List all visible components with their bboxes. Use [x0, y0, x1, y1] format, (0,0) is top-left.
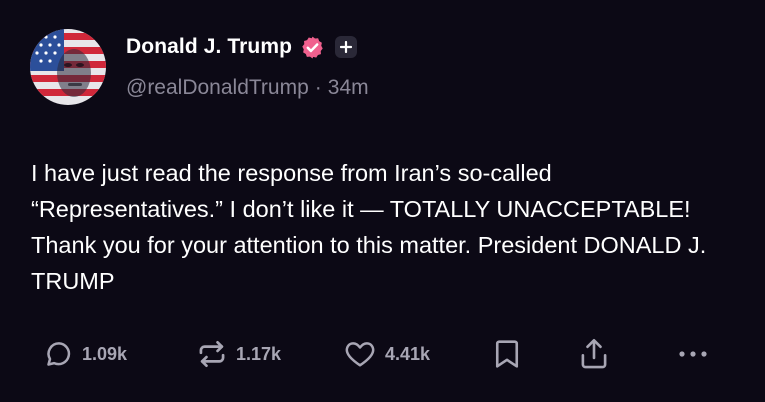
- reply-button[interactable]: 1.09k: [44, 334, 127, 374]
- avatar-image: [30, 29, 106, 105]
- like-button[interactable]: 4.41k: [343, 334, 430, 374]
- bookmark-icon: [494, 338, 520, 370]
- author-display-name[interactable]: Donald J. Trump: [126, 35, 292, 59]
- more-button[interactable]: [676, 334, 710, 374]
- author-name-row: Donald J. Trump: [126, 30, 358, 64]
- plus-icon[interactable]: [335, 36, 358, 58]
- heart-icon: [343, 339, 377, 369]
- reply-icon: [44, 339, 74, 369]
- post-card: Donald J. Trump @realDonaldTrump · 34m I…: [0, 0, 765, 402]
- share-icon: [578, 337, 610, 371]
- avatar[interactable]: [30, 29, 106, 105]
- bookmark-button[interactable]: [494, 334, 520, 374]
- author-handle-row: @realDonaldTrump · 34m: [126, 76, 369, 100]
- post-body: I have just read the response from Iran’…: [31, 160, 707, 294]
- reply-count: 1.09k: [82, 343, 128, 364]
- share-button[interactable]: [578, 334, 610, 374]
- author-handle[interactable]: @realDonaldTrump: [126, 76, 309, 100]
- repost-count: 1.17k: [236, 343, 282, 364]
- repost-icon: [196, 339, 228, 369]
- action-bar: 1.09k 1.17k 4.41k: [0, 334, 765, 374]
- verified-badge-icon: [300, 35, 325, 60]
- post-timestamp[interactable]: 34m: [328, 76, 369, 100]
- repost-button[interactable]: 1.17k: [196, 334, 281, 374]
- like-count: 4.41k: [385, 343, 431, 364]
- meta-separator: ·: [314, 76, 322, 99]
- more-icon: [676, 344, 710, 364]
